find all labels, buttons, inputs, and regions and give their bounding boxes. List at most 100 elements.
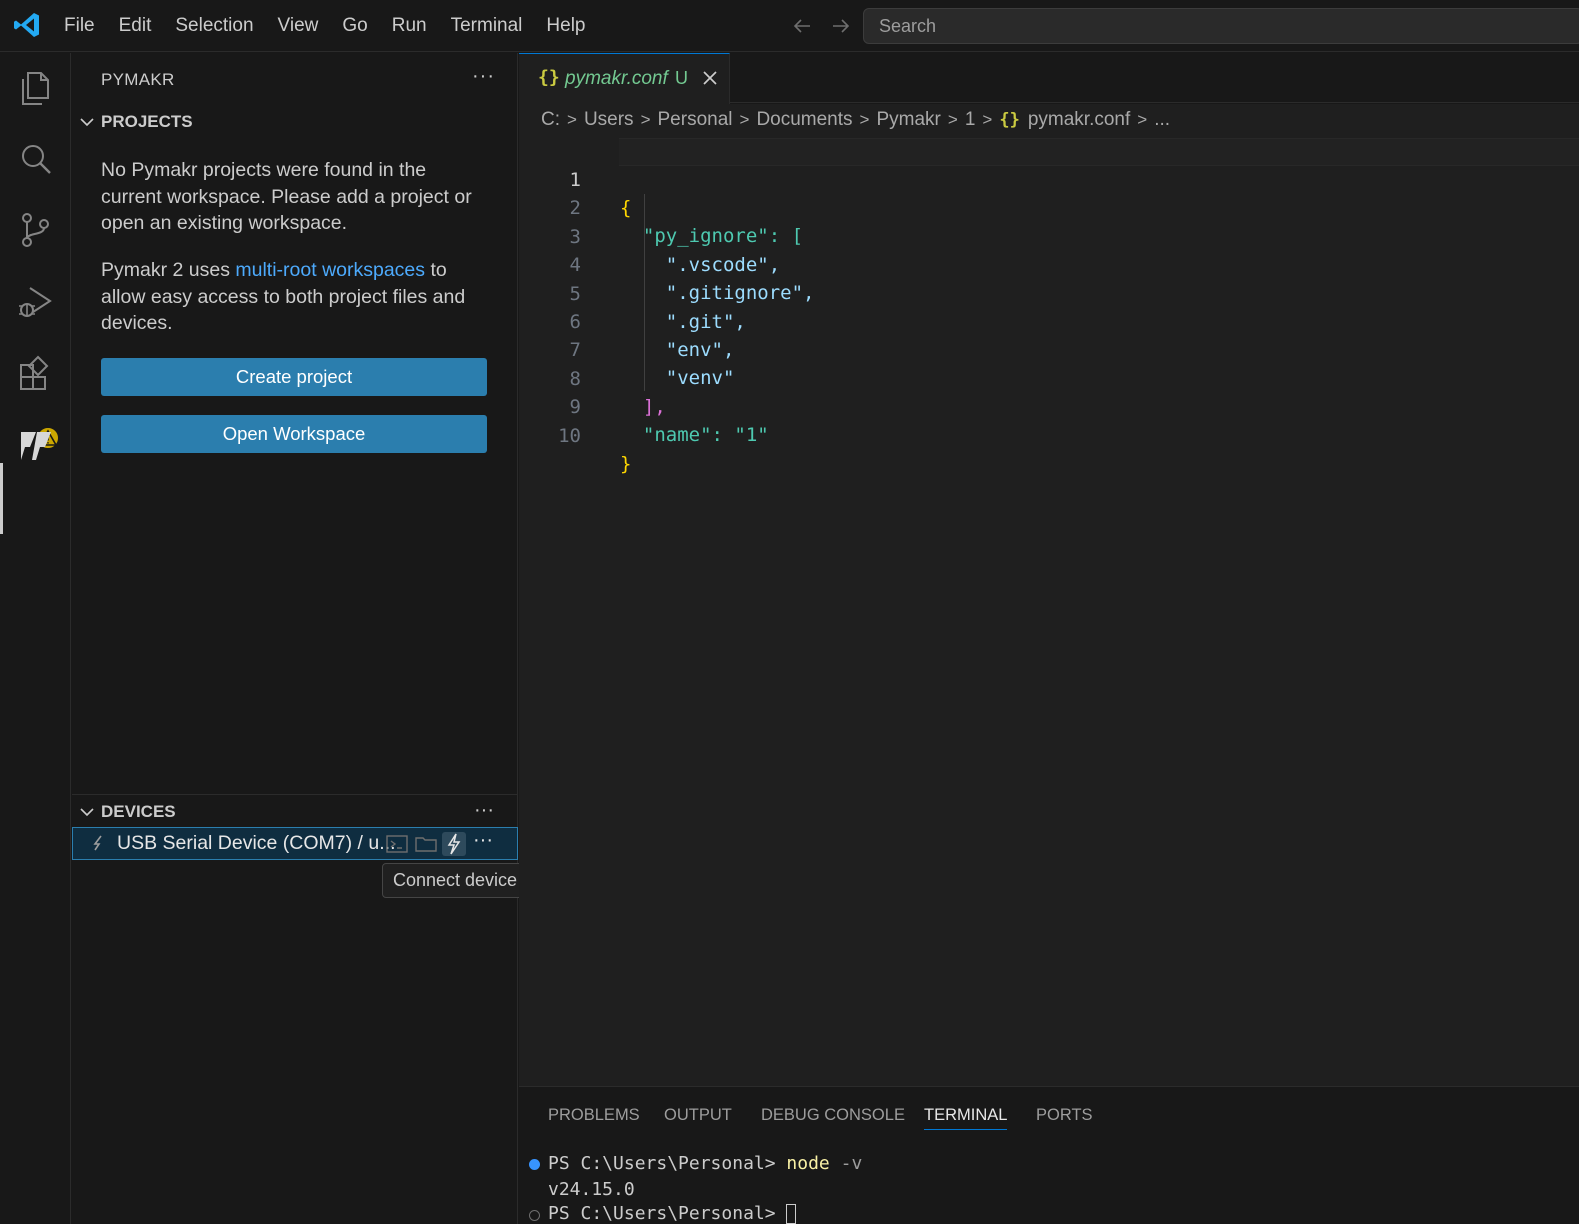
code-line: 5 ".git", — [519, 252, 746, 333]
code-line: 7 "venv" — [519, 308, 735, 389]
no-projects-message: No Pymakr projects were found in the cur… — [101, 159, 472, 234]
chevron-right-icon: > — [640, 110, 651, 129]
run-debug-icon[interactable] — [14, 281, 56, 323]
chevron-right-icon: > — [947, 110, 958, 129]
json-file-icon: {} — [999, 110, 1020, 130]
breadcrumb-item[interactable]: ... — [1154, 109, 1170, 131]
chevron-right-icon: > — [567, 110, 577, 129]
chevron-down-icon — [80, 808, 94, 817]
code-line: 3 ".vscode", — [519, 195, 781, 276]
chevron-right-icon: > — [1137, 110, 1148, 129]
menu-run[interactable]: Run — [380, 8, 439, 44]
code-line: 6 "env", — [519, 280, 735, 361]
search-icon[interactable] — [14, 138, 56, 180]
active-view-indicator — [0, 463, 3, 534]
device-name: USB Serial Device (COM7) / u... — [117, 832, 396, 854]
multi-root-prefix: Pymakr 2 uses — [101, 259, 236, 281]
code-line: 4 ".gitignore", — [519, 223, 815, 304]
tab-problems[interactable]: PROBLEMS — [548, 1106, 640, 1125]
chevron-down-icon — [80, 118, 94, 127]
tab-output[interactable]: OUTPUT — [664, 1106, 732, 1125]
terminal-cursor — [786, 1204, 797, 1224]
command-empty-icon[interactable] — [529, 1210, 540, 1221]
code-line: 2 "py_ignore": [ — [519, 166, 803, 247]
create-project-button[interactable]: Create project — [101, 358, 487, 396]
line-text: "venv" — [620, 367, 735, 390]
line-text: { — [620, 197, 632, 219]
bottom-panel: PROBLEMS OUTPUT DEBUG CONSOLE TERMINAL P… — [519, 1086, 1579, 1224]
section-divider[interactable] — [72, 794, 518, 795]
source-control-icon[interactable] — [14, 209, 56, 251]
projects-section-header[interactable]: PROJECTS — [72, 108, 518, 138]
breadcrumb-item[interactable]: Documents — [756, 109, 852, 131]
explorer-icon[interactable] — [14, 67, 56, 109]
breadcrumb-item[interactable]: Personal — [658, 109, 733, 131]
tab-ports[interactable]: PORTS — [1036, 1106, 1093, 1125]
menu-edit[interactable]: Edit — [107, 8, 164, 44]
untracked-status: U — [675, 68, 688, 88]
tab-debug-console[interactable]: DEBUG CONSOLE — [761, 1106, 905, 1125]
tab-pymakr-conf[interactable]: {} pymakr.conf U — [519, 53, 730, 104]
devices-more-actions-icon[interactable]: ··· — [474, 799, 494, 822]
terminal-command: node — [786, 1153, 830, 1174]
code-line: 8 ], — [519, 337, 666, 418]
line-text: ".gitignore", — [620, 282, 815, 305]
device-more-actions-icon[interactable]: ··· — [473, 829, 497, 853]
breadcrumb-item[interactable]: Pymakr — [876, 109, 940, 131]
folder-icon[interactable] — [414, 832, 438, 856]
terminal-line[interactable]: PS C:\Users\Personal> — [548, 1203, 797, 1224]
code-editor[interactable]: C: > Users > Personal > Documents > Pymakr > … — [519, 104, 1579, 1086]
terminal-line: PS C:\Users\Personal> node -v — [548, 1153, 862, 1174]
sidebar-title: PYMAKR — [101, 70, 175, 89]
breadcrumb-item[interactable]: C: — [541, 109, 560, 131]
line-text: "name": "1" — [620, 424, 769, 447]
menu-bar: File Edit Selection View Go Run Terminal… — [52, 0, 598, 52]
activity-bar — [0, 53, 71, 1224]
device-list-item[interactable]: USB Serial Device (COM7) / u... ··· — [72, 827, 518, 860]
devices-section-label: DEVICES — [101, 802, 176, 821]
current-line-highlight — [619, 138, 1579, 166]
code-line: 9 "name": "1" — [519, 365, 769, 446]
projects-section-label: PROJECTS — [101, 112, 193, 131]
menu-terminal[interactable]: Terminal — [439, 8, 535, 44]
breadcrumb-item[interactable]: Users — [584, 109, 634, 131]
close-icon[interactable] — [700, 68, 720, 88]
terminal-prompt: PS C:\Users\Personal> — [548, 1203, 787, 1224]
chevron-right-icon: > — [982, 110, 993, 129]
command-success-icon[interactable] — [529, 1159, 540, 1170]
disconnected-plug-icon — [93, 835, 102, 851]
code-line: 10 } — [519, 394, 631, 475]
multi-root-message: Pymakr 2 uses multi-root workspaces to a… — [101, 257, 481, 337]
json-file-icon: {} — [538, 67, 560, 88]
line-text: ".vscode", — [620, 253, 781, 276]
title-bar: File Edit Selection View Go Run Terminal… — [0, 0, 1579, 52]
menu-view[interactable]: View — [266, 8, 331, 44]
sidebar-more-actions-icon[interactable]: ··· — [472, 65, 495, 88]
breadcrumb-item[interactable]: pymakr.conf — [1028, 109, 1130, 131]
vscode-logo-icon[interactable] — [12, 10, 42, 40]
extensions-icon[interactable] — [14, 352, 56, 394]
breadcrumb: C: > Users > Personal > Documents > Pymakr > … — [541, 109, 1170, 131]
open-workspace-button[interactable]: Open Workspace — [101, 415, 487, 453]
search-input[interactable]: Search — [863, 8, 1579, 44]
terminal-icon[interactable] — [385, 832, 409, 856]
tab-terminal[interactable]: TERMINAL — [924, 1106, 1008, 1130]
menu-help[interactable]: Help — [534, 8, 597, 44]
terminal-output: v24.15.0 — [548, 1179, 635, 1200]
breadcrumb-item[interactable]: 1 — [965, 109, 976, 131]
menu-selection[interactable]: Selection — [163, 8, 265, 44]
line-text: "py_ignore": [ — [620, 225, 804, 248]
line-text: "env", — [620, 339, 735, 361]
forward-arrow-icon[interactable] — [829, 14, 853, 38]
multi-root-workspaces-link[interactable]: multi-root workspaces — [235, 259, 425, 281]
menu-file[interactable]: File — [52, 8, 107, 44]
terminal-prompt: PS C:\Users\Personal> — [548, 1153, 787, 1174]
menu-go[interactable]: Go — [330, 8, 379, 44]
pymakr-icon[interactable] — [14, 423, 56, 465]
line-text: ], — [620, 395, 666, 418]
back-arrow-icon[interactable] — [790, 14, 814, 38]
connect-device-icon[interactable] — [442, 832, 466, 856]
line-text: } — [620, 452, 632, 475]
devices-section-header[interactable]: DEVICES — [72, 798, 518, 828]
sidebar: PYMAKR ··· PROJECTS No Pymakr projects w… — [72, 53, 528, 1224]
